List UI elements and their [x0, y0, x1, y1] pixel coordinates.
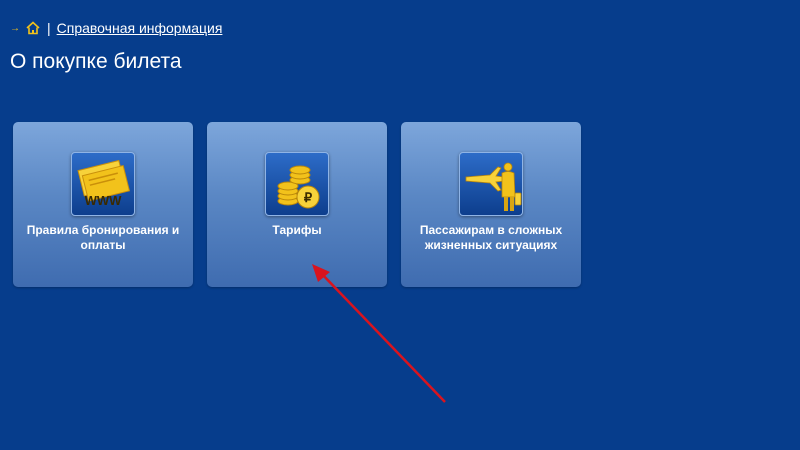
home-icon[interactable]	[26, 21, 40, 35]
breadcrumb-arrow-icon: →	[10, 22, 20, 34]
tile-booking-rules[interactable]: WWW Правила бронирования и оплаты	[13, 122, 193, 287]
tile-difficult-situations[interactable]: Пассажирам в сложных жизненных ситуациях	[401, 122, 581, 287]
tile-label: Правила бронирования и оплаты	[26, 223, 180, 252]
tile-label: Пассажирам в сложных жизненных ситуациях	[419, 223, 563, 252]
breadcrumb: → | Справочная информация	[10, 19, 222, 37]
breadcrumb-link-reference-info[interactable]: Справочная информация	[57, 20, 223, 36]
airplane-passenger-icon	[459, 152, 523, 216]
page-title: О покупке билета	[10, 50, 182, 73]
svg-text:₽: ₽	[304, 190, 313, 205]
svg-text:WWW: WWW	[85, 193, 123, 208]
tile-tariffs[interactable]: ₽ Тарифы	[207, 122, 387, 287]
tile-label: Тарифы	[272, 223, 322, 237]
coins-ruble-icon: ₽	[265, 152, 329, 216]
breadcrumb-separator: |	[47, 20, 51, 36]
www-tickets-icon: WWW	[71, 152, 135, 216]
